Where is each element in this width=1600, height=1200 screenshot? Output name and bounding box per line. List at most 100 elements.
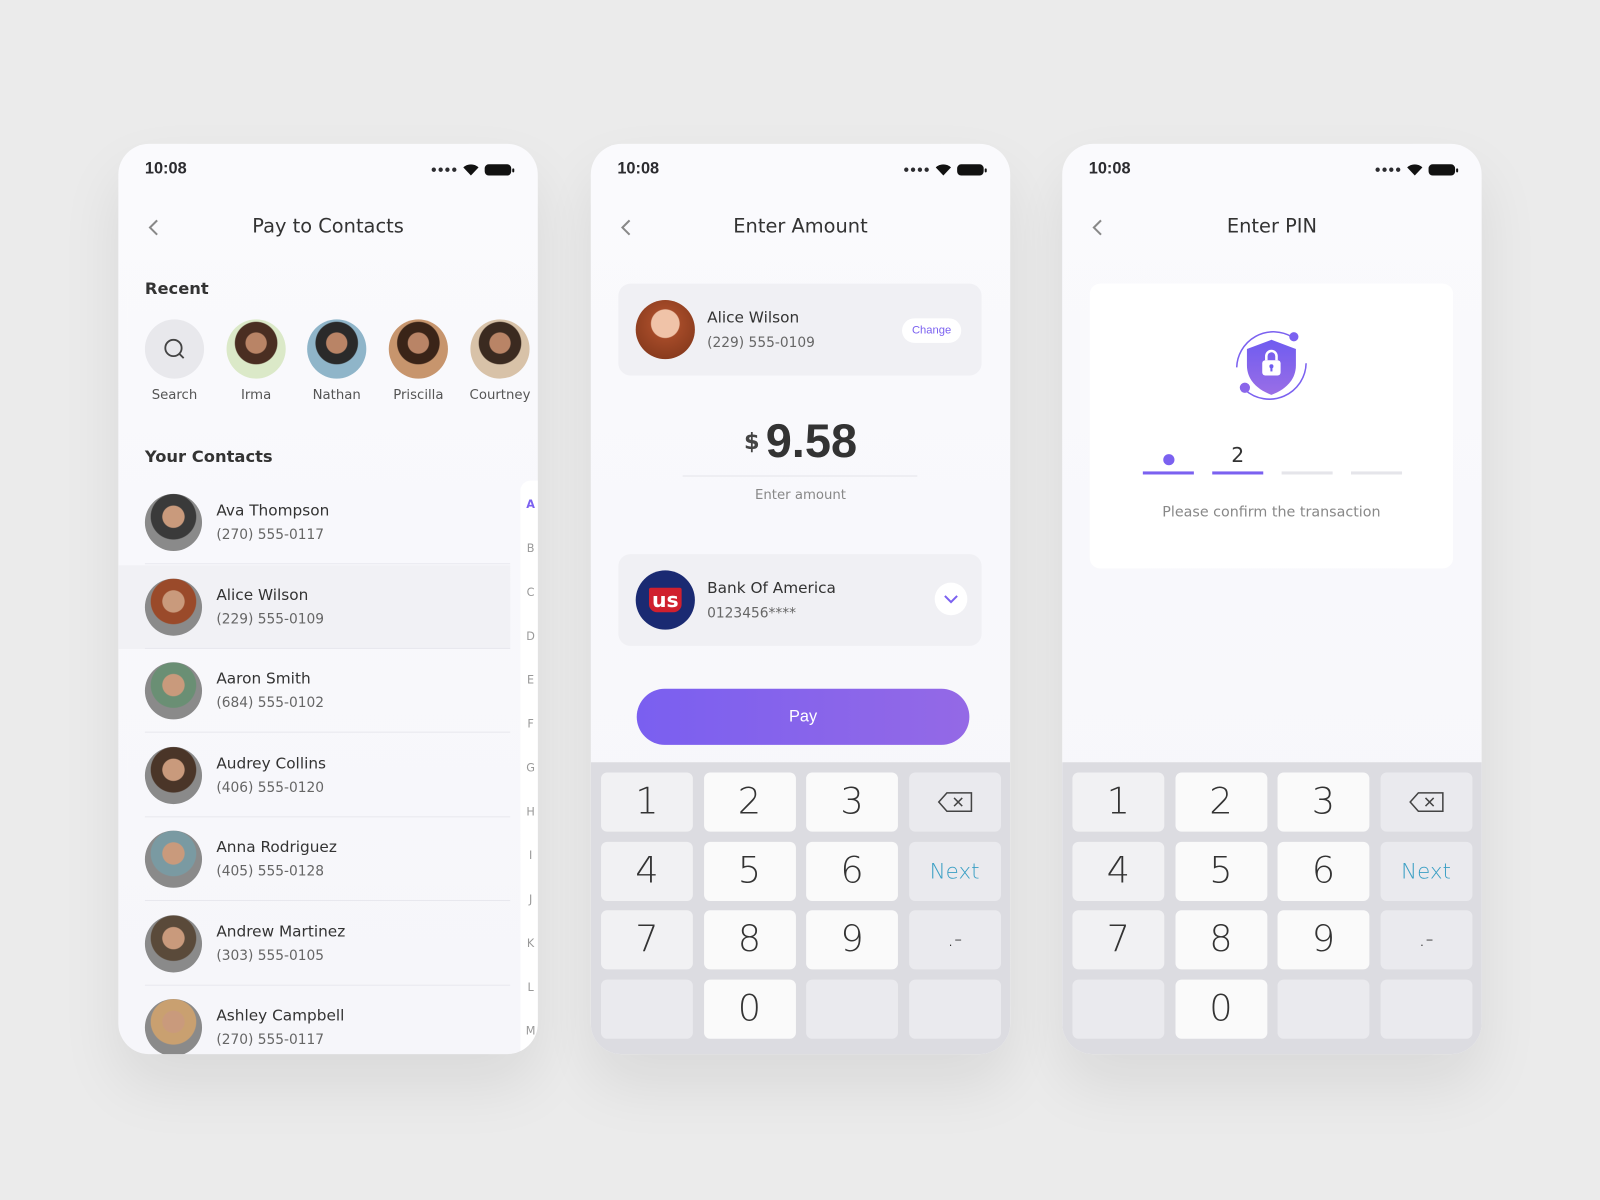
avatar bbox=[144, 998, 203, 1055]
key-6[interactable]: 6 bbox=[806, 841, 898, 901]
page-title: Enter PIN bbox=[1226, 215, 1317, 238]
contact-phone: (270) 555-0117 bbox=[216, 526, 325, 543]
key-8[interactable]: 8 bbox=[703, 910, 796, 970]
key-2[interactable]: 2 bbox=[703, 772, 796, 832]
alphabet-letter-j[interactable]: J bbox=[520, 893, 537, 906]
key-0[interactable]: 0 bbox=[1174, 979, 1267, 1039]
alphabet-letter-h[interactable]: H bbox=[520, 805, 537, 818]
contact-row[interactable]: Andrew Martinez (303) 555-0105 bbox=[118, 902, 511, 986]
status-icons: •••• bbox=[1374, 164, 1459, 176]
battery-icon bbox=[957, 164, 987, 176]
key-8[interactable]: 8 bbox=[1174, 910, 1267, 970]
recent-contact-courtney[interactable]: Courtney bbox=[465, 319, 534, 403]
avatar bbox=[388, 319, 448, 379]
contact-row[interactable]: Ava Thompson (270) 555-0117 bbox=[118, 481, 511, 565]
recent-contact-search[interactable]: Search bbox=[140, 319, 209, 403]
backspace-key[interactable] bbox=[1380, 772, 1472, 832]
wifi-icon bbox=[463, 164, 479, 176]
alphabet-letter-k[interactable]: K bbox=[520, 937, 537, 950]
next-key[interactable]: Next bbox=[908, 841, 1001, 901]
blank-key bbox=[1380, 979, 1472, 1039]
currency-symbol: $ bbox=[743, 429, 760, 456]
contact-phone: (406) 555-0120 bbox=[216, 779, 325, 796]
alphabet-letter-i[interactable]: I bbox=[520, 849, 537, 862]
alphabet-letter-l[interactable]: L bbox=[520, 981, 537, 994]
alphabet-letter-c[interactable]: C bbox=[520, 586, 537, 599]
pay-button[interactable]: Pay bbox=[636, 688, 970, 745]
key-5[interactable]: 5 bbox=[703, 841, 796, 901]
status-time: 10:08 bbox=[1088, 160, 1131, 178]
alphabet-letter-g[interactable]: G bbox=[520, 761, 537, 774]
pin-slot[interactable] bbox=[1351, 471, 1403, 475]
alphabet-letter-d[interactable]: D bbox=[520, 630, 537, 643]
recipient-card: Alice Wilson (229) 555-0109 Change bbox=[618, 283, 982, 376]
contact-row[interactable]: Anna Rodriguez (405) 555-0128 bbox=[118, 817, 511, 902]
recent-contact-priscilla[interactable]: Priscilla bbox=[384, 319, 453, 403]
contact-phone: (684) 555-0102 bbox=[216, 694, 325, 712]
chevron-down-icon[interactable] bbox=[934, 582, 968, 616]
next-key[interactable]: Next bbox=[1380, 841, 1472, 901]
amount-display[interactable]: $9.58 bbox=[591, 413, 1010, 468]
key-7[interactable]: 7 bbox=[601, 910, 693, 970]
key-3[interactable]: 3 bbox=[806, 772, 898, 832]
numeric-keypad: 1 2 3 4 5 6 Next 7 8 9 .- 0 bbox=[1062, 762, 1482, 1055]
alphabet-letter-e[interactable]: E bbox=[520, 673, 537, 686]
enter-amount-screen: 10:08 •••• Enter Amount Alice Wilson (22… bbox=[590, 143, 1011, 1055]
pin-message: Please confirm the transaction bbox=[1162, 504, 1381, 521]
key-0[interactable]: 0 bbox=[703, 979, 796, 1039]
battery-icon bbox=[484, 164, 515, 176]
key-7[interactable]: 7 bbox=[1072, 910, 1165, 970]
key-4[interactable]: 4 bbox=[1072, 841, 1165, 901]
avatar bbox=[635, 299, 695, 360]
key-4[interactable]: 4 bbox=[601, 841, 693, 901]
wifi-icon bbox=[935, 164, 952, 176]
contact-name: Aaron Smith bbox=[216, 669, 311, 688]
key-1[interactable]: 1 bbox=[601, 772, 693, 832]
avatar bbox=[144, 830, 203, 888]
recipient-phone: (229) 555-0109 bbox=[707, 334, 815, 352]
contact-row[interactable]: Alice Wilson (229) 555-0109 bbox=[118, 564, 511, 649]
recent-contact-irma[interactable]: Irma bbox=[221, 319, 290, 403]
blank-key bbox=[1277, 979, 1370, 1039]
blank-key bbox=[1072, 979, 1165, 1039]
blank-key bbox=[806, 979, 898, 1039]
page-title: Pay to Contacts bbox=[252, 215, 404, 238]
pin-dot bbox=[1163, 454, 1175, 466]
pin-digit: 2 bbox=[1231, 442, 1245, 468]
pin-slot[interactable] bbox=[1142, 471, 1194, 475]
alphabet-letter-b[interactable]: B bbox=[520, 542, 537, 555]
symbol-key[interactable]: .- bbox=[1380, 910, 1472, 970]
bank-account-selector[interactable]: us Bank Of America 0123456**** bbox=[618, 554, 982, 646]
key-5[interactable]: 5 bbox=[1174, 841, 1267, 901]
contact-row[interactable]: Aaron Smith (684) 555-0102 bbox=[118, 649, 511, 733]
change-button[interactable]: Change bbox=[902, 318, 962, 343]
bank-name: Bank Of America bbox=[707, 578, 836, 597]
pin-slot[interactable] bbox=[1281, 471, 1333, 475]
alphabet-letter-a[interactable]: A bbox=[520, 498, 537, 511]
blank-key bbox=[601, 979, 693, 1039]
contact-name: Ava Thompson bbox=[216, 501, 330, 520]
status-icons: •••• bbox=[902, 164, 987, 176]
pin-slot[interactable] bbox=[1212, 471, 1264, 475]
backspace-icon bbox=[1408, 792, 1444, 812]
key-6[interactable]: 6 bbox=[1277, 841, 1370, 901]
contact-row[interactable]: Audrey Collins (406) 555-0120 bbox=[118, 733, 511, 817]
symbol-key[interactable]: .- bbox=[908, 910, 1001, 970]
key-3[interactable]: 3 bbox=[1277, 772, 1370, 832]
recent-label: Search bbox=[151, 387, 198, 404]
wifi-icon bbox=[1407, 164, 1423, 176]
signal-icon: •••• bbox=[429, 162, 458, 178]
contact-row[interactable]: Ashley Campbell (270) 555-0117 bbox=[118, 986, 510, 1055]
key-9[interactable]: 9 bbox=[1277, 910, 1370, 970]
key-9[interactable]: 9 bbox=[806, 910, 898, 970]
backspace-key[interactable] bbox=[908, 772, 1001, 832]
status-time: 10:08 bbox=[144, 160, 187, 178]
alphabet-letter-f[interactable]: F bbox=[520, 717, 537, 730]
alphabet-letter-m[interactable]: M bbox=[520, 1024, 537, 1037]
alphabet-index[interactable]: A B C D E F G H I J K L M bbox=[520, 480, 538, 1055]
key-1[interactable]: 1 bbox=[1072, 772, 1165, 832]
avatar bbox=[144, 746, 203, 804]
recent-contact-nathan[interactable]: Nathan bbox=[302, 319, 371, 403]
key-2[interactable]: 2 bbox=[1174, 772, 1267, 832]
avatar bbox=[226, 319, 286, 379]
